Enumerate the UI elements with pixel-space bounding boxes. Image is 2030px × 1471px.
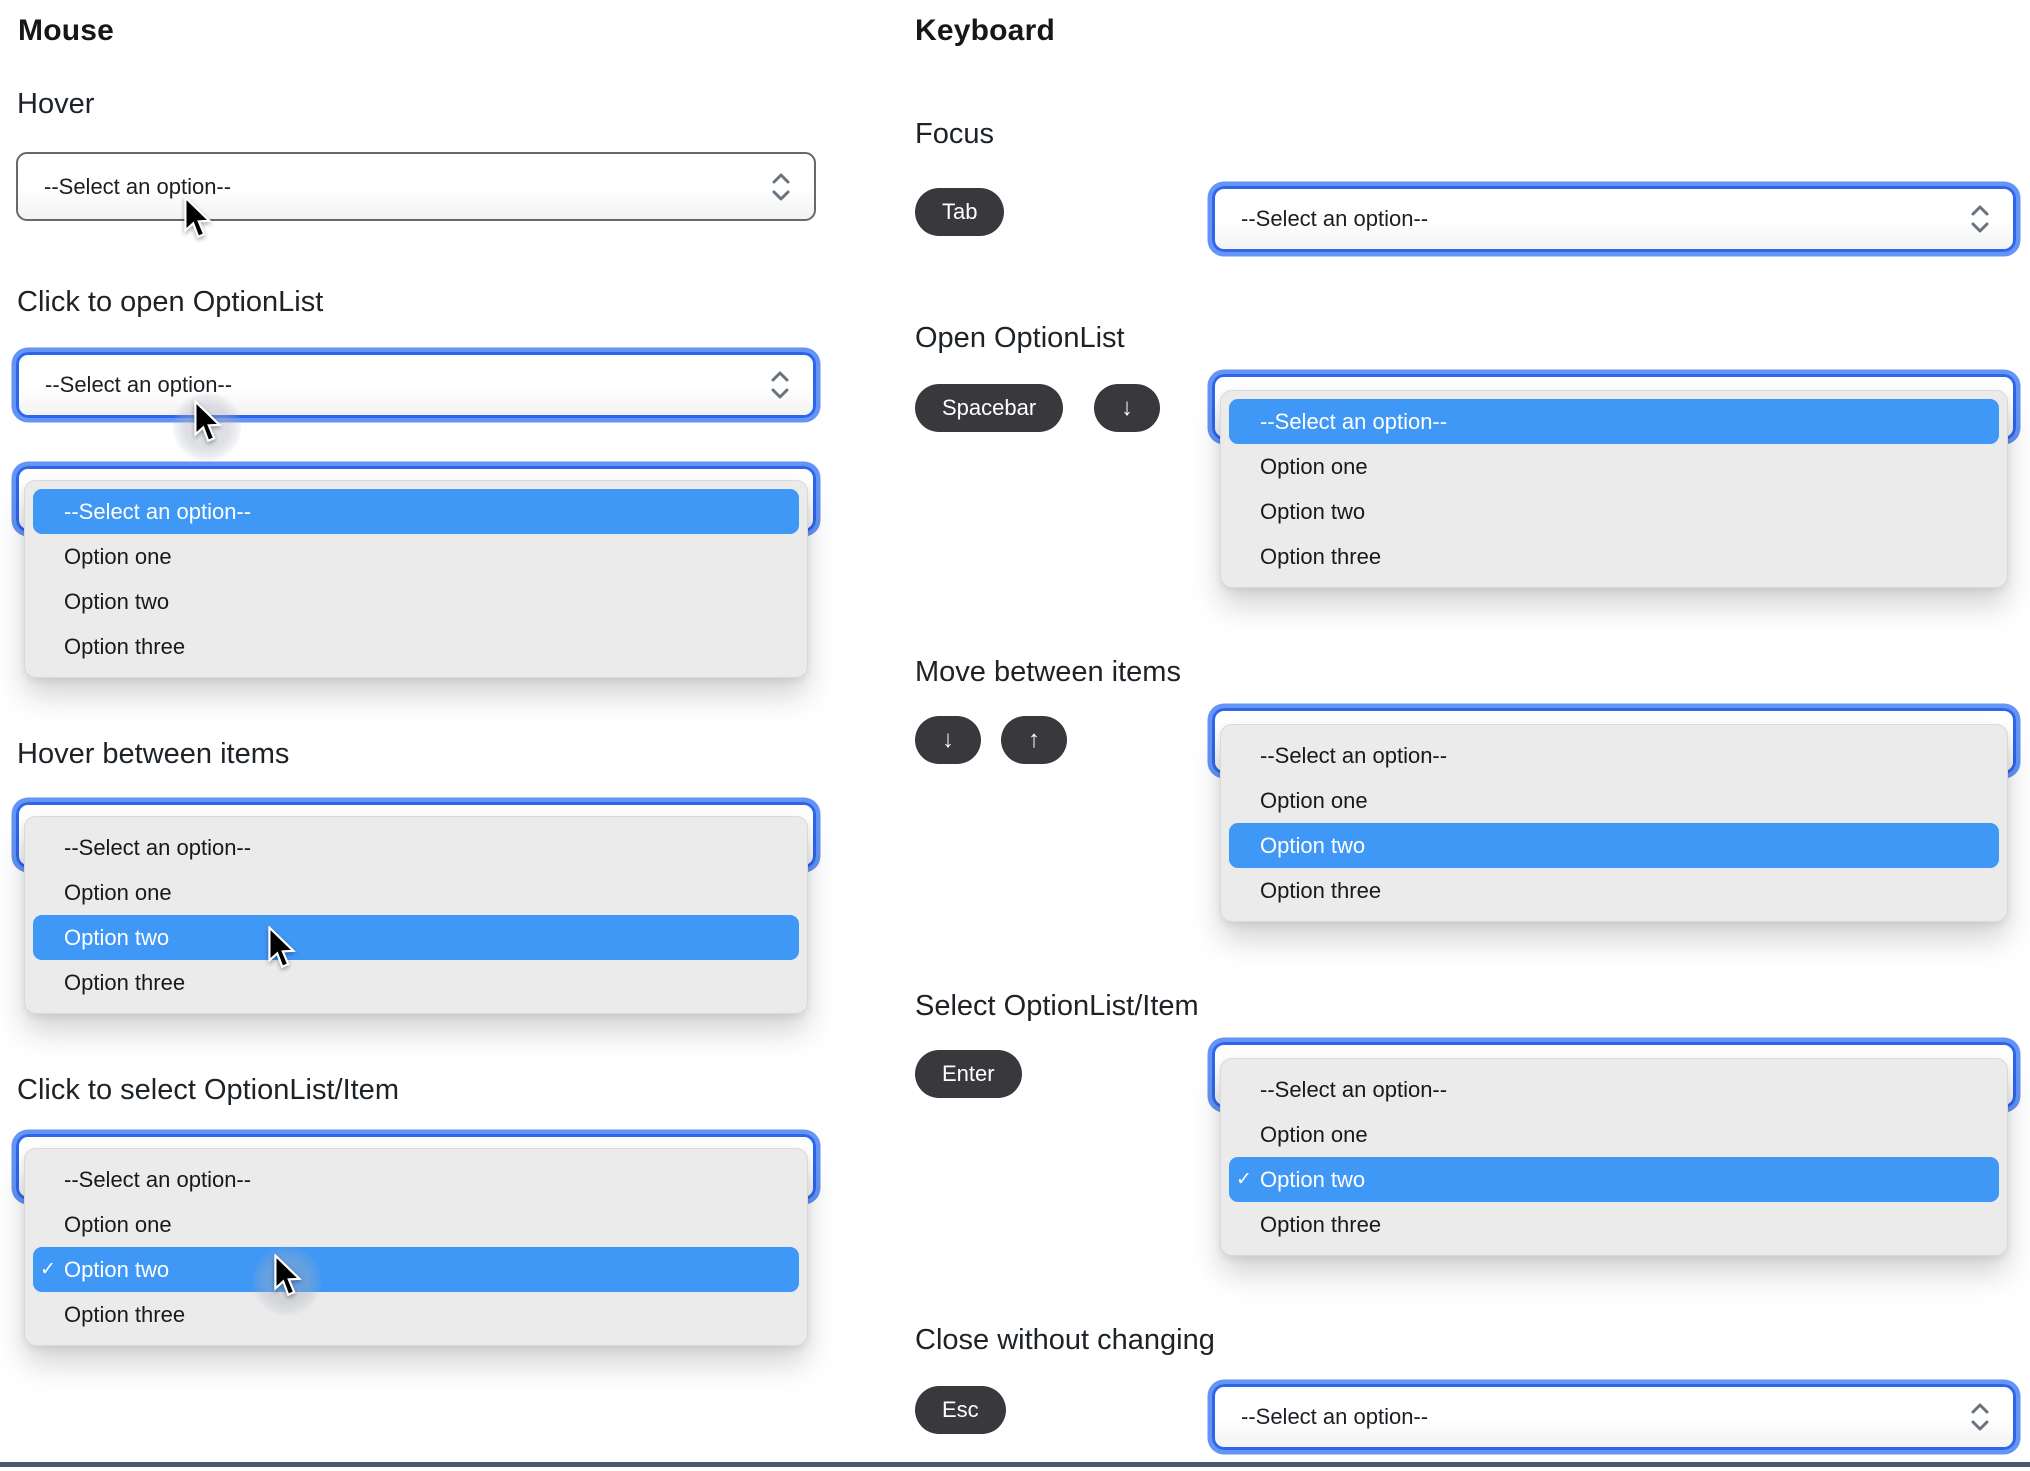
- optionlist-option[interactable]: Option two: [33, 579, 799, 624]
- optionlist-option[interactable]: Option three: [1229, 1202, 1999, 1247]
- esc-select[interactable]: --Select an option--: [1212, 1384, 2016, 1450]
- key-arrow-down: ↓: [915, 716, 981, 764]
- select-item-label: Select OptionList/Item: [915, 990, 1199, 1022]
- select-expand-icon: [770, 171, 792, 203]
- mouse-cursor-icon: [266, 926, 296, 970]
- check-icon: ✓: [1236, 1169, 1252, 1190]
- select-value: --Select an option--: [1241, 1404, 1429, 1429]
- click-open-label: Click to open OptionList: [17, 286, 324, 318]
- optionlist-option[interactable]: Option two: [1229, 823, 1999, 868]
- mouse-cursor-icon: [272, 1254, 302, 1298]
- optionlist-option[interactable]: Option one: [33, 1202, 799, 1247]
- check-icon: ✓: [40, 1259, 56, 1280]
- optionlist-option[interactable]: --Select an option--: [33, 489, 799, 534]
- optionlist-option-selected[interactable]: ✓ Option two: [33, 1247, 799, 1292]
- select-value: --Select an option--: [1241, 206, 1429, 231]
- optionlist-option-selected[interactable]: ✓ Option two: [1229, 1157, 1999, 1202]
- select-expand-icon: [1969, 203, 1991, 235]
- focus-select[interactable]: --Select an option--: [1212, 186, 2016, 252]
- select-expand-icon: [1969, 1401, 1991, 1433]
- optionlist-option[interactable]: Option three: [33, 624, 799, 669]
- select-expand-icon: [769, 369, 791, 401]
- optionlist-option[interactable]: Option one: [33, 534, 799, 579]
- optionlist-option[interactable]: Option two: [33, 915, 799, 960]
- click-open-select[interactable]: --Select an option--: [16, 352, 816, 418]
- optionlist-option[interactable]: --Select an option--: [1229, 399, 1999, 444]
- optionlist-option[interactable]: --Select an option--: [33, 825, 799, 870]
- optionlist-option[interactable]: Option three: [1229, 868, 1999, 913]
- optionlist-option[interactable]: Option three: [33, 1292, 799, 1337]
- hover-items-label: Hover between items: [17, 738, 290, 770]
- key-spacebar: Spacebar: [915, 384, 1064, 432]
- section-divider: [0, 1462, 2030, 1467]
- optionlist-popup: --Select an option-- Option one Option t…: [1220, 390, 2008, 588]
- key-tab: Tab: [915, 188, 1005, 236]
- optionlist-option[interactable]: --Select an option--: [1229, 1067, 1999, 1112]
- key-esc: Esc: [915, 1386, 1006, 1434]
- hover-label: Hover: [17, 88, 95, 120]
- optionlist-option[interactable]: Option one: [1229, 444, 1999, 489]
- keyboard-column-title: Keyboard: [915, 14, 1055, 47]
- optionlist-option[interactable]: Option two: [1229, 489, 1999, 534]
- key-arrow-down: ↓: [1094, 384, 1160, 432]
- focus-label: Focus: [915, 118, 994, 150]
- optionlist-popup: --Select an option-- Option one Option t…: [24, 816, 808, 1014]
- optionlist-option[interactable]: --Select an option--: [33, 1157, 799, 1202]
- optionlist-option[interactable]: Option one: [1229, 1112, 1999, 1157]
- open-optionlist-label: Open OptionList: [915, 322, 1125, 354]
- key-arrow-up: ↑: [1001, 716, 1067, 764]
- optionlist-interactions-page: Mouse Hover --Select an option-- Click t…: [0, 0, 2030, 1471]
- optionlist-popup: --Select an option-- Option one ✓ Option …: [24, 1148, 808, 1346]
- move-items-label: Move between items: [915, 656, 1181, 688]
- optionlist-popup: --Select an option-- Option one ✓ Option …: [1220, 1058, 2008, 1256]
- optionlist-option[interactable]: Option one: [33, 870, 799, 915]
- close-label: Close without changing: [915, 1324, 1215, 1356]
- optionlist-option[interactable]: Option one: [1229, 778, 1999, 823]
- optionlist-popup: --Select an option-- Option one Option t…: [1220, 724, 2008, 922]
- mouse-cursor-icon: [182, 196, 212, 240]
- optionlist-popup: --Select an option-- Option one Option t…: [24, 480, 808, 678]
- mouse-column-title: Mouse: [18, 14, 115, 47]
- hover-select[interactable]: --Select an option--: [16, 152, 816, 221]
- key-enter: Enter: [915, 1050, 1022, 1098]
- optionlist-option[interactable]: Option three: [33, 960, 799, 1005]
- click-select-label: Click to select OptionList/Item: [17, 1074, 399, 1106]
- optionlist-option[interactable]: --Select an option--: [1229, 733, 1999, 778]
- optionlist-option[interactable]: Option three: [1229, 534, 1999, 579]
- mouse-cursor-icon: [192, 400, 222, 444]
